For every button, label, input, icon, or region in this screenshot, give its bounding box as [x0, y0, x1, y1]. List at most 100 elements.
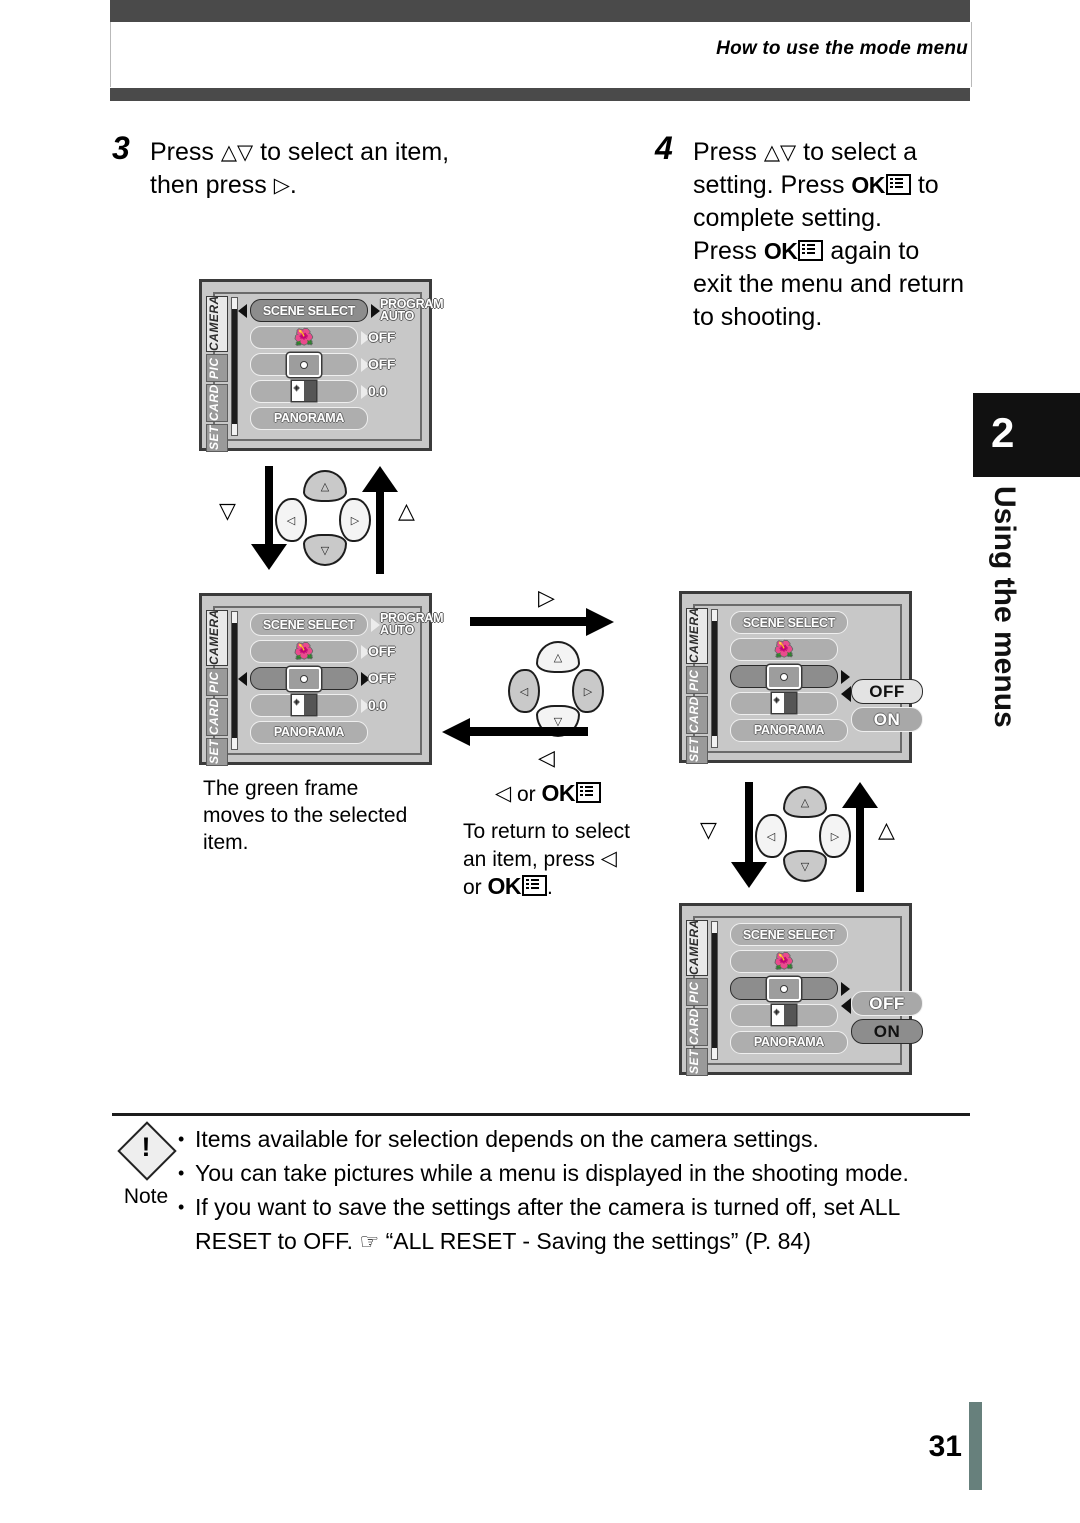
arrow-pad-right-button[interactable]: ▷ — [819, 814, 851, 858]
arrow-pad-1[interactable]: △ ▽ ◁ ▷ — [275, 470, 371, 566]
lcd-1-row-panorama[interactable]: PANORAMA — [242, 406, 418, 433]
menu-list-icon — [522, 875, 548, 896]
menu-item-scene-select[interactable]: SCENE SELECT — [250, 299, 368, 323]
menu-item-exposure-compensation[interactable]: + — [730, 691, 838, 716]
lcd-tab-camera[interactable]: CAMERA — [206, 295, 228, 352]
menu-list-icon — [798, 240, 824, 261]
arrow-right-shaft — [470, 617, 588, 626]
option-on[interactable]: ON — [851, 1019, 923, 1044]
lcd-tab-card[interactable]: CARD — [206, 384, 228, 422]
lcd-4-row-scene[interactable]: SCENE SELECT — [722, 922, 898, 949]
menu-item-spot-metering[interactable] — [730, 976, 838, 1001]
chapter-number: 2 — [991, 409, 1015, 456]
caption-period: . — [547, 876, 553, 899]
lcd-1-rows: SCENE SELECT PROGRAM AUTO 🌺 OFF OFF + 0.… — [238, 298, 443, 437]
option-off[interactable]: OFF — [851, 991, 923, 1016]
lcd-tab-camera[interactable]: CAMERA — [686, 919, 708, 976]
menu-item-panorama[interactable]: PANORAMA — [730, 1030, 848, 1054]
lcd-2-row-scene[interactable]: SCENE SELECT PROGRAM AUTO — [242, 612, 443, 639]
menu-item-panorama[interactable]: PANORAMA — [250, 720, 368, 744]
lcd-1-row-spot[interactable]: OFF — [242, 352, 418, 379]
note-warning-icon: ! — [117, 1121, 177, 1184]
menu-value-ev: 0.0 — [368, 696, 387, 713]
menu-item-panorama[interactable]: PANORAMA — [730, 718, 848, 742]
step-4-l5: exit the menu and return — [693, 270, 964, 298]
macro-icon: 🌺 — [774, 953, 794, 971]
menu-item-macro[interactable]: 🌺 — [250, 639, 358, 664]
menu-value-scene-select: PROGRAM AUTO — [380, 612, 443, 636]
lcd-1-row-macro[interactable]: 🌺 OFF — [242, 325, 418, 352]
menu-item-exposure-compensation[interactable]: + — [250, 693, 358, 718]
arrow-pad-right-button[interactable]: ▷ — [339, 498, 371, 542]
lcd-tab-pic[interactable]: PIC — [206, 354, 228, 382]
lcd-tab-set[interactable]: SET — [206, 738, 228, 766]
menu-item-macro[interactable]: 🌺 — [730, 637, 838, 662]
lcd-3-row-macro[interactable]: 🌺 — [722, 637, 898, 664]
chapter-title: Using the menus — [988, 486, 1021, 728]
menu-value-spot: OFF — [368, 355, 396, 372]
exposure-compensation-icon: + — [292, 381, 316, 402]
lcd-3-row-scene[interactable]: SCENE SELECT — [722, 610, 898, 637]
lcd-4-scrollbar[interactable] — [711, 921, 718, 1060]
arrow-pad-left-button[interactable]: ◁ — [508, 669, 540, 713]
lcd-tab-pic[interactable]: PIC — [686, 978, 708, 1006]
option-on[interactable]: ON — [851, 707, 923, 732]
arrow-up-shaft — [856, 808, 864, 892]
lcd-2-row-macro[interactable]: 🌺 OFF — [242, 639, 418, 666]
triangle-left-icon: ◁ — [600, 847, 617, 870]
menu-item-exposure-compensation[interactable]: + — [250, 379, 358, 404]
lcd-tab-card[interactable]: CARD — [686, 696, 708, 734]
exposure-compensation-icon: + — [772, 1005, 796, 1026]
label-up-triangle: △ — [398, 498, 415, 523]
header-bar-top — [110, 0, 970, 22]
lcd-2-scrollbar[interactable] — [231, 611, 238, 750]
lcd-tab-pic[interactable]: PIC — [686, 666, 708, 694]
label-left-triangle: ◁ — [538, 745, 555, 770]
lcd-tab-camera[interactable]: CAMERA — [206, 609, 228, 666]
lcd-2-inner: CAMERA PIC CARD SET SCENE SELECT PROGRAM… — [206, 606, 443, 766]
lcd-3-scrollbar[interactable] — [711, 609, 718, 748]
lcd-screen-1: CAMERA PIC CARD SET SCENE SELECT PROGRAM… — [199, 279, 443, 452]
cursor-right-icon — [841, 670, 850, 685]
caption-line-3: or — [463, 876, 482, 899]
arrow-pad-up-button[interactable]: △ — [303, 470, 347, 502]
lcd-1-scrollbar[interactable] — [231, 297, 238, 436]
arrow-pad-left-button[interactable]: ◁ — [275, 498, 307, 542]
lcd-2-row-panorama[interactable]: PANORAMA — [242, 720, 418, 747]
menu-list-icon — [576, 782, 602, 803]
arrow-pad-2[interactable]: △ ▽ ◁ ▷ — [508, 641, 604, 737]
menu-item-exposure-compensation[interactable]: + — [730, 1003, 838, 1028]
arrow-pad-right-button[interactable]: ▷ — [572, 669, 604, 713]
lcd-2-row-spot[interactable]: OFF — [238, 666, 418, 693]
menu-item-scene-select[interactable]: SCENE SELECT — [730, 923, 848, 947]
lcd-tab-set[interactable]: SET — [686, 736, 708, 764]
arrow-pad-left-button[interactable]: ◁ — [755, 814, 787, 858]
arrow-pad-up-button[interactable]: △ — [783, 786, 827, 818]
arrow-pad-up-button[interactable]: △ — [536, 641, 580, 673]
lcd-tab-card[interactable]: CARD — [686, 1008, 708, 1046]
lcd-tab-set[interactable]: SET — [686, 1048, 708, 1076]
arrow-pad-down-button[interactable]: ▽ — [303, 534, 347, 566]
lcd-tab-card[interactable]: CARD — [206, 698, 228, 736]
arrow-pad-down-button[interactable]: ▽ — [783, 850, 827, 882]
option-off[interactable]: OFF — [851, 679, 923, 704]
lcd-2-row-ev[interactable]: + 0.0 — [242, 693, 418, 720]
menu-item-scene-select[interactable]: SCENE SELECT — [250, 613, 368, 637]
menu-item-spot-metering[interactable] — [250, 666, 358, 691]
lcd-1-row-ev[interactable]: + 0.0 — [242, 379, 418, 406]
lcd-4-row-macro[interactable]: 🌺 — [722, 949, 898, 976]
lcd-tab-camera[interactable]: CAMERA — [686, 607, 708, 664]
step-3-line2-a: then press — [150, 171, 267, 199]
menu-item-macro[interactable]: 🌺 — [730, 949, 838, 974]
menu-item-panorama[interactable]: PANORAMA — [250, 406, 368, 430]
lcd-tab-set[interactable]: SET — [206, 424, 228, 452]
triangle-down-icon: ▽ — [237, 141, 254, 164]
menu-item-spot-metering[interactable] — [250, 352, 358, 377]
menu-item-spot-metering[interactable] — [730, 664, 838, 689]
note-item: You can take pictures while a menu is di… — [178, 1156, 978, 1190]
lcd-1-row-scene[interactable]: SCENE SELECT PROGRAM AUTO — [238, 298, 443, 325]
menu-item-scene-select[interactable]: SCENE SELECT — [730, 611, 848, 635]
menu-item-macro[interactable]: 🌺 — [250, 325, 358, 350]
lcd-tab-pic[interactable]: PIC — [206, 668, 228, 696]
arrow-pad-3[interactable]: △ ▽ ◁ ▷ — [755, 786, 851, 882]
